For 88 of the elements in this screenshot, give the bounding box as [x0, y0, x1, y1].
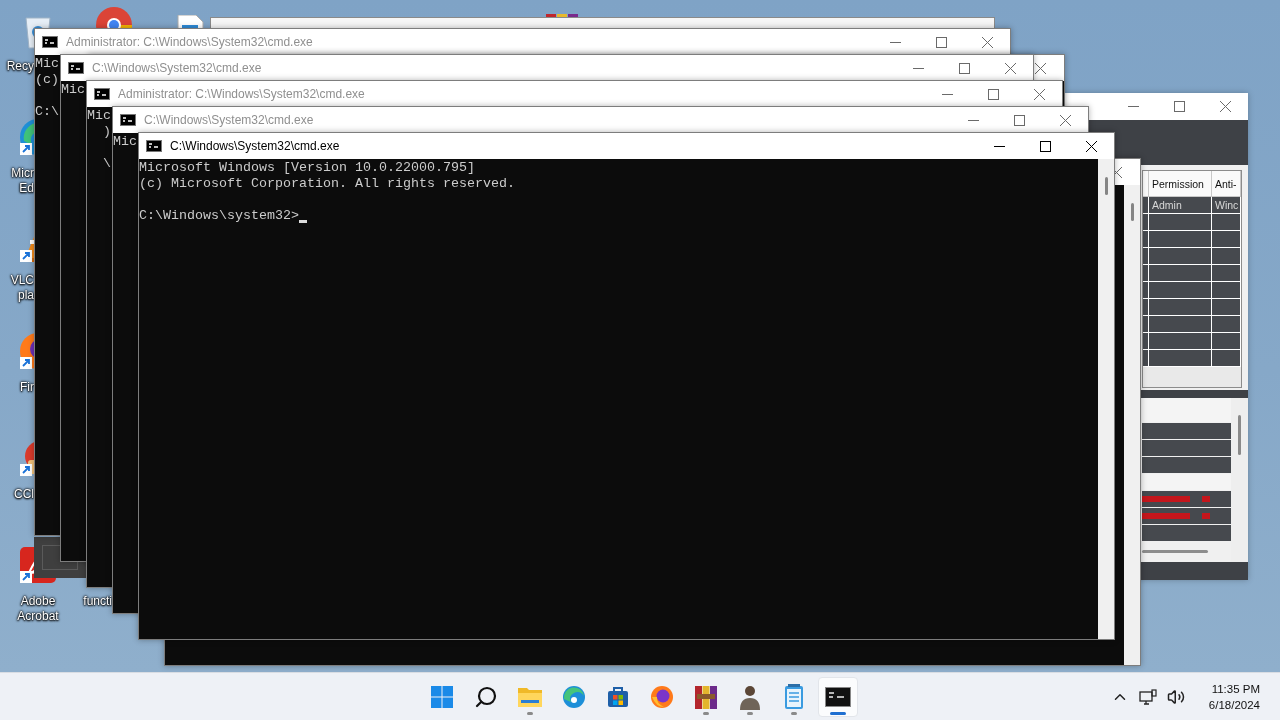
close-icon — [981, 36, 993, 48]
table-row[interactable] — [1143, 316, 1241, 333]
terminal-icon — [825, 686, 851, 707]
clock-date[interactable]: 6/18/2024 — [1208, 696, 1260, 713]
browser-icon — [562, 684, 586, 709]
window-title: Administrator: C:\Windows\System32\cmd.exe — [118, 87, 366, 101]
console-text: (c) — [35, 72, 59, 88]
table-cell: Admin — [1152, 199, 1182, 211]
table-row[interactable] — [1143, 248, 1241, 265]
minimize-icon — [912, 67, 924, 69]
table-cell: Winc — [1215, 199, 1239, 211]
icon-label[interactable]: Acrobat — [17, 609, 59, 624]
table-row[interactable] — [1143, 299, 1241, 316]
books-icon — [694, 683, 718, 710]
console-text: Mic — [61, 82, 85, 98]
icon-label[interactable]: CCl — [14, 487, 34, 502]
console-prompt: C:\ — [35, 104, 59, 120]
search-icon — [474, 684, 498, 709]
table-row[interactable] — [1143, 282, 1241, 299]
minimize-icon — [889, 41, 901, 43]
scrollbar-thumb[interactable] — [1142, 550, 1208, 553]
table-row[interactable] — [1143, 231, 1241, 248]
icon-label[interactable]: Adobe — [20, 594, 56, 609]
scrollbar-thumb[interactable] — [1238, 415, 1241, 455]
icon-label[interactable]: VLC — [10, 273, 34, 288]
close-icon[interactable] — [1035, 62, 1046, 74]
scrollbar-thumb[interactable] — [1130, 203, 1134, 221]
notepad-icon — [784, 683, 804, 710]
close-icon — [1059, 114, 1071, 126]
console-text: Microsoft Windows [Version 10.0.22000.795] — [139, 160, 475, 176]
window-title: C:\Windows\System32\cmd.exe — [92, 61, 263, 75]
scrollbar-thumb[interactable] — [1104, 177, 1108, 195]
minimize-icon — [941, 93, 953, 95]
maximize-icon — [958, 62, 970, 74]
icon-label[interactable]: Micr — [11, 166, 34, 181]
person-icon — [738, 683, 762, 710]
table-row[interactable] — [1143, 214, 1241, 231]
console-text: (c) Microsoft Corporation. All rights reserved. — [139, 176, 515, 192]
icon-label[interactable]: Fir — [20, 380, 34, 395]
console-icon — [146, 140, 162, 152]
icon-label[interactable]: pla — [18, 288, 34, 303]
minimize-icon — [1127, 105, 1139, 107]
speaker-icon — [1166, 687, 1185, 706]
console-icon — [68, 62, 84, 74]
console-icon — [42, 36, 58, 48]
close-icon — [1219, 100, 1231, 112]
window-title: Administrator: C:\Windows\System32\cmd.exe — [66, 35, 314, 49]
console-prompt: \ — [102, 156, 111, 172]
network-icon — [1138, 688, 1157, 705]
store-bag-icon — [606, 684, 630, 709]
scrollbar[interactable] — [1098, 159, 1114, 639]
console-icon — [94, 88, 110, 100]
maximize-icon — [1039, 140, 1051, 152]
console-text: Mic — [35, 56, 59, 72]
close-icon — [1004, 62, 1016, 74]
console-prompt: C:\Windows\system32> — [139, 208, 299, 224]
column-header[interactable]: Anti- — [1215, 177, 1237, 190]
maximize-icon — [935, 36, 947, 48]
network-button[interactable] — [1136, 686, 1159, 707]
browser-icon — [650, 684, 674, 709]
table-row[interactable] — [1143, 265, 1241, 282]
window-title: C:\Windows\System32\cmd.exe — [144, 113, 315, 127]
maximize-icon — [1013, 114, 1025, 126]
console-icon — [120, 114, 136, 126]
icon-label[interactable]: Recy — [6, 59, 34, 74]
table-row[interactable] — [1143, 333, 1241, 350]
clock-time[interactable]: 11:35 PM — [1211, 680, 1260, 697]
start-icon — [430, 684, 454, 709]
column-header[interactable]: Permission — [1152, 177, 1204, 190]
close-icon — [1085, 140, 1097, 152]
maximize-icon — [987, 88, 999, 100]
table-row[interactable] — [1143, 350, 1241, 367]
scrollbar[interactable] — [1124, 185, 1140, 665]
icon-label[interactable]: Ed — [19, 181, 34, 196]
window-title: C:\Windows\System32\cmd.exe — [170, 139, 341, 153]
minimize-icon — [993, 145, 1005, 147]
folder-icon — [517, 685, 543, 708]
text-scribble-drawing — [1142, 513, 1210, 519]
console-text: Mic — [113, 134, 137, 150]
minimize-icon — [967, 119, 979, 121]
console-text: ) — [102, 124, 111, 140]
icon-label[interactable]: functi — [83, 594, 112, 609]
console-text: Mic — [87, 108, 111, 124]
table-row[interactable]: Admin Winc — [1143, 197, 1241, 214]
taskbar-button[interactable] — [818, 676, 858, 717]
close-icon — [1033, 88, 1045, 100]
maximize-icon — [1173, 100, 1185, 112]
text-scribble-drawing — [1142, 496, 1210, 502]
